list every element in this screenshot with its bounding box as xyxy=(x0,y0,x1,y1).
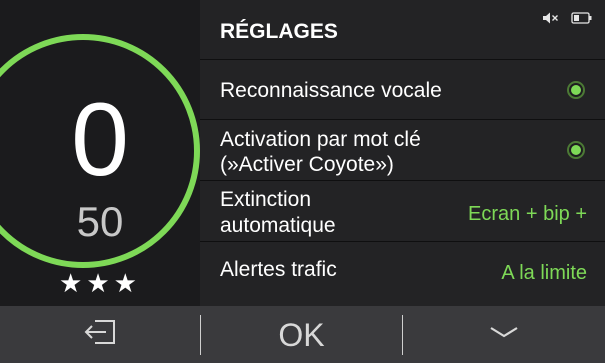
setting-value: A la limite xyxy=(501,262,587,284)
setting-label-line2: (»Activer Coyote») xyxy=(220,153,394,176)
setting-label: Reconnaissance vocale xyxy=(220,79,442,102)
rating-stars: ★★★ xyxy=(59,268,141,298)
settings-panel: RÉGLAGES Reconnaissance vocale Activatio… xyxy=(200,0,605,306)
setting-label-line1: Extinction xyxy=(220,188,312,211)
voice-recognition-radio[interactable] xyxy=(567,81,585,99)
settings-title: RÉGLAGES xyxy=(220,20,338,43)
current-speed: 0 xyxy=(71,82,129,198)
setting-label-line1: Activation par mot clé xyxy=(220,128,421,151)
speed-panel: 0 50 ★★★ xyxy=(0,0,200,306)
speed-limit: 50 xyxy=(76,198,124,245)
back-button[interactable] xyxy=(0,306,200,363)
down-button[interactable] xyxy=(403,306,605,363)
status-bar xyxy=(542,9,593,27)
exit-arrow-icon xyxy=(82,318,118,351)
keyword-activation-radio[interactable] xyxy=(567,141,585,159)
ok-button[interactable]: OK xyxy=(201,306,402,363)
mute-icon xyxy=(542,11,559,25)
setting-label: Alertes trafic xyxy=(220,258,337,281)
setting-traffic-alerts[interactable]: Alertes trafic A la limite xyxy=(200,242,605,304)
setting-label-line2: automatique xyxy=(220,214,336,237)
setting-keyword-activation[interactable]: Activation par mot clé (»Activer Coyote»… xyxy=(200,120,605,181)
ok-label: OK xyxy=(278,316,325,353)
bottom-bar: OK xyxy=(0,306,605,363)
setting-value: Ecran + bip + xyxy=(468,203,587,225)
setting-auto-shutdown[interactable]: Extinction automatique Ecran + bip + xyxy=(200,181,605,242)
settings-list: Reconnaissance vocale Activation par mot… xyxy=(200,60,605,304)
battery-icon xyxy=(571,12,593,24)
setting-voice-recognition[interactable]: Reconnaissance vocale xyxy=(200,60,605,120)
chevron-down-icon xyxy=(489,324,519,345)
